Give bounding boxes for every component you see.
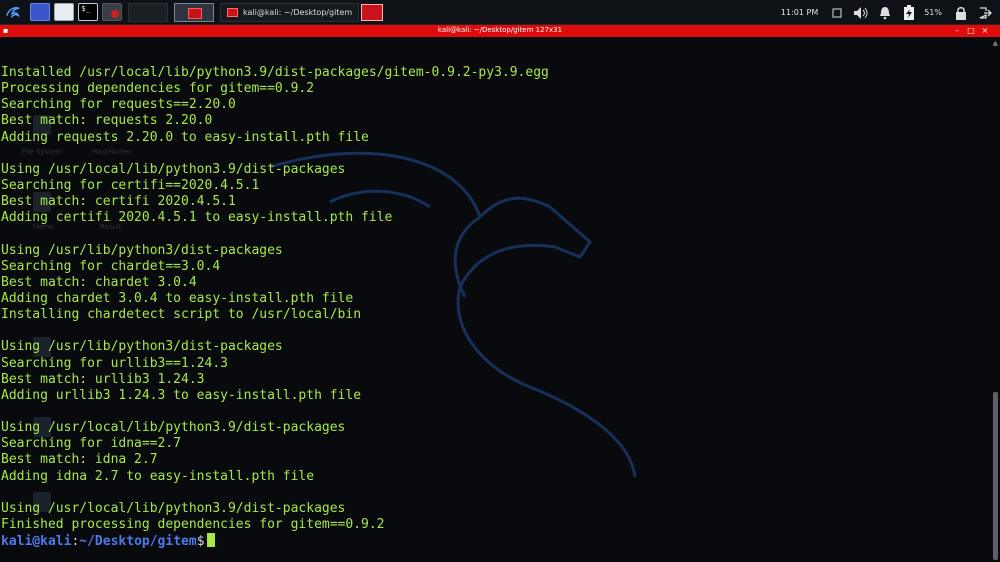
terminal-scrollbar[interactable]: ▲ <box>992 37 998 562</box>
terminal-launcher-icon[interactable]: $_ <box>78 3 98 21</box>
terminal-output-line: Best match: urllib3 1.24.3 <box>1 371 205 387</box>
terminal-titlebar[interactable]: ▪ kali@kali: ~/Desktop/gitem 127x31 – □ … <box>0 25 1000 37</box>
terminal-output: Installed /usr/local/lib/python3.9/dist-… <box>1 65 549 549</box>
volume-icon[interactable] <box>852 4 870 22</box>
window-title: kali@kali: ~/Desktop/gitem 127x31 <box>437 26 563 34</box>
prompt-symbol: $ <box>196 534 205 550</box>
terminal-output-line: Searching for chardet==3.0.4 <box>1 258 221 274</box>
minimize-button[interactable]: – <box>950 25 964 37</box>
workspace-1[interactable] <box>128 2 168 22</box>
clock[interactable]: 11:01 PM <box>781 8 818 17</box>
show-desktop-icon[interactable] <box>30 3 50 21</box>
file-manager-icon[interactable] <box>54 3 74 21</box>
shell-prompt[interactable]: kali@kali:~/Desktop/gitem$ <box>1 533 549 549</box>
taskbar-item-secondary[interactable] <box>361 3 384 21</box>
window-controls: – □ × <box>950 25 992 37</box>
terminal-output-line: Best match: idna 2.7 <box>1 452 158 468</box>
text-cursor <box>206 533 215 548</box>
close-button[interactable]: × <box>978 25 992 37</box>
maximize-button[interactable]: □ <box>964 25 978 37</box>
terminal-output-line: Adding idna 2.7 to easy-install.pth file <box>1 468 315 484</box>
terminal-output-line: Best match: certifi 2020.4.5.1 <box>1 194 236 210</box>
terminal-output-line: Installing chardetect script to /usr/loc… <box>1 307 362 323</box>
terminal-output-line: Adding urllib3 1.24.3 to easy-install.pt… <box>1 387 362 403</box>
terminal-output-line: Using /usr/local/lib/python3.9/dist-pack… <box>1 161 346 177</box>
terminal-output-line: Searching for certifi==2020.4.5.1 <box>1 177 260 193</box>
terminal-output-line: Searching for urllib3==1.24.3 <box>1 355 228 371</box>
scrollbar-thumb[interactable] <box>993 392 998 560</box>
terminal-output-line: Adding certifi 2020.4.5.1 to easy-instal… <box>1 210 393 226</box>
power-charging-icon[interactable] <box>900 4 918 22</box>
terminal-output-line: Searching for requests==2.20.0 <box>1 97 236 113</box>
prompt-user-host: kali@kali <box>1 534 72 550</box>
kali-menu-button[interactable] <box>0 0 26 25</box>
prompt-path: ~/Desktop/gitem <box>79 534 197 550</box>
terminal-output-line: Processing dependencies for gitem==0.9.2 <box>1 81 315 97</box>
notes-icon[interactable] <box>828 4 846 22</box>
terminal-output-line: Using /usr/local/lib/python3.9/dist-pack… <box>1 420 346 436</box>
battery-percentage: 51% <box>924 8 942 17</box>
terminal-output-line: Using /usr/lib/python3/dist-packages <box>1 339 283 355</box>
terminal-output-line: Adding chardet 3.0.4 to easy-install.pth… <box>1 290 354 306</box>
logout-icon[interactable] <box>976 4 994 22</box>
terminal-output-line: Installed /usr/local/lib/python3.9/dist-… <box>1 65 549 80</box>
lock-screen-icon[interactable] <box>952 4 970 22</box>
terminal-output-line: Using /usr/local/lib/python3.9/dist-pack… <box>1 500 346 516</box>
workspace-2[interactable] <box>174 2 214 22</box>
scroll-up-icon[interactable]: ▲ <box>993 39 998 47</box>
system-tray: 11:01 PM 51% <box>781 0 1000 25</box>
notifications-bell-icon[interactable] <box>876 4 894 22</box>
taskbar-item-label: kali@kali: ~/Desktop/gitem <box>243 7 353 17</box>
terminal-output-line: Searching for idna==2.7 <box>1 436 182 452</box>
taskbar-item-terminal[interactable]: kali@kali: ~/Desktop/gitem <box>220 2 360 22</box>
terminal-output-line: Best match: requests 2.20.0 <box>1 113 213 129</box>
screen-recorder-icon[interactable] <box>102 3 122 21</box>
terminal-output-line: Finished processing dependencies for git… <box>1 516 385 532</box>
terminal-window-icon <box>227 7 238 17</box>
terminal-output-line: Best match: chardet 3.0.4 <box>1 274 197 290</box>
terminal-output-line: Adding requests 2.20.0 to easy-install.p… <box>1 129 369 145</box>
top-panel: $_ kali@kali: ~/Desktop/gitem 11:01 PM 5… <box>0 0 1000 25</box>
terminal-output-line: Using /usr/lib/python3/dist-packages <box>1 242 283 258</box>
kali-dragon-icon <box>6 7 20 18</box>
terminal-area[interactable]: File System HostHunter Home Result Insta… <box>0 37 1000 562</box>
